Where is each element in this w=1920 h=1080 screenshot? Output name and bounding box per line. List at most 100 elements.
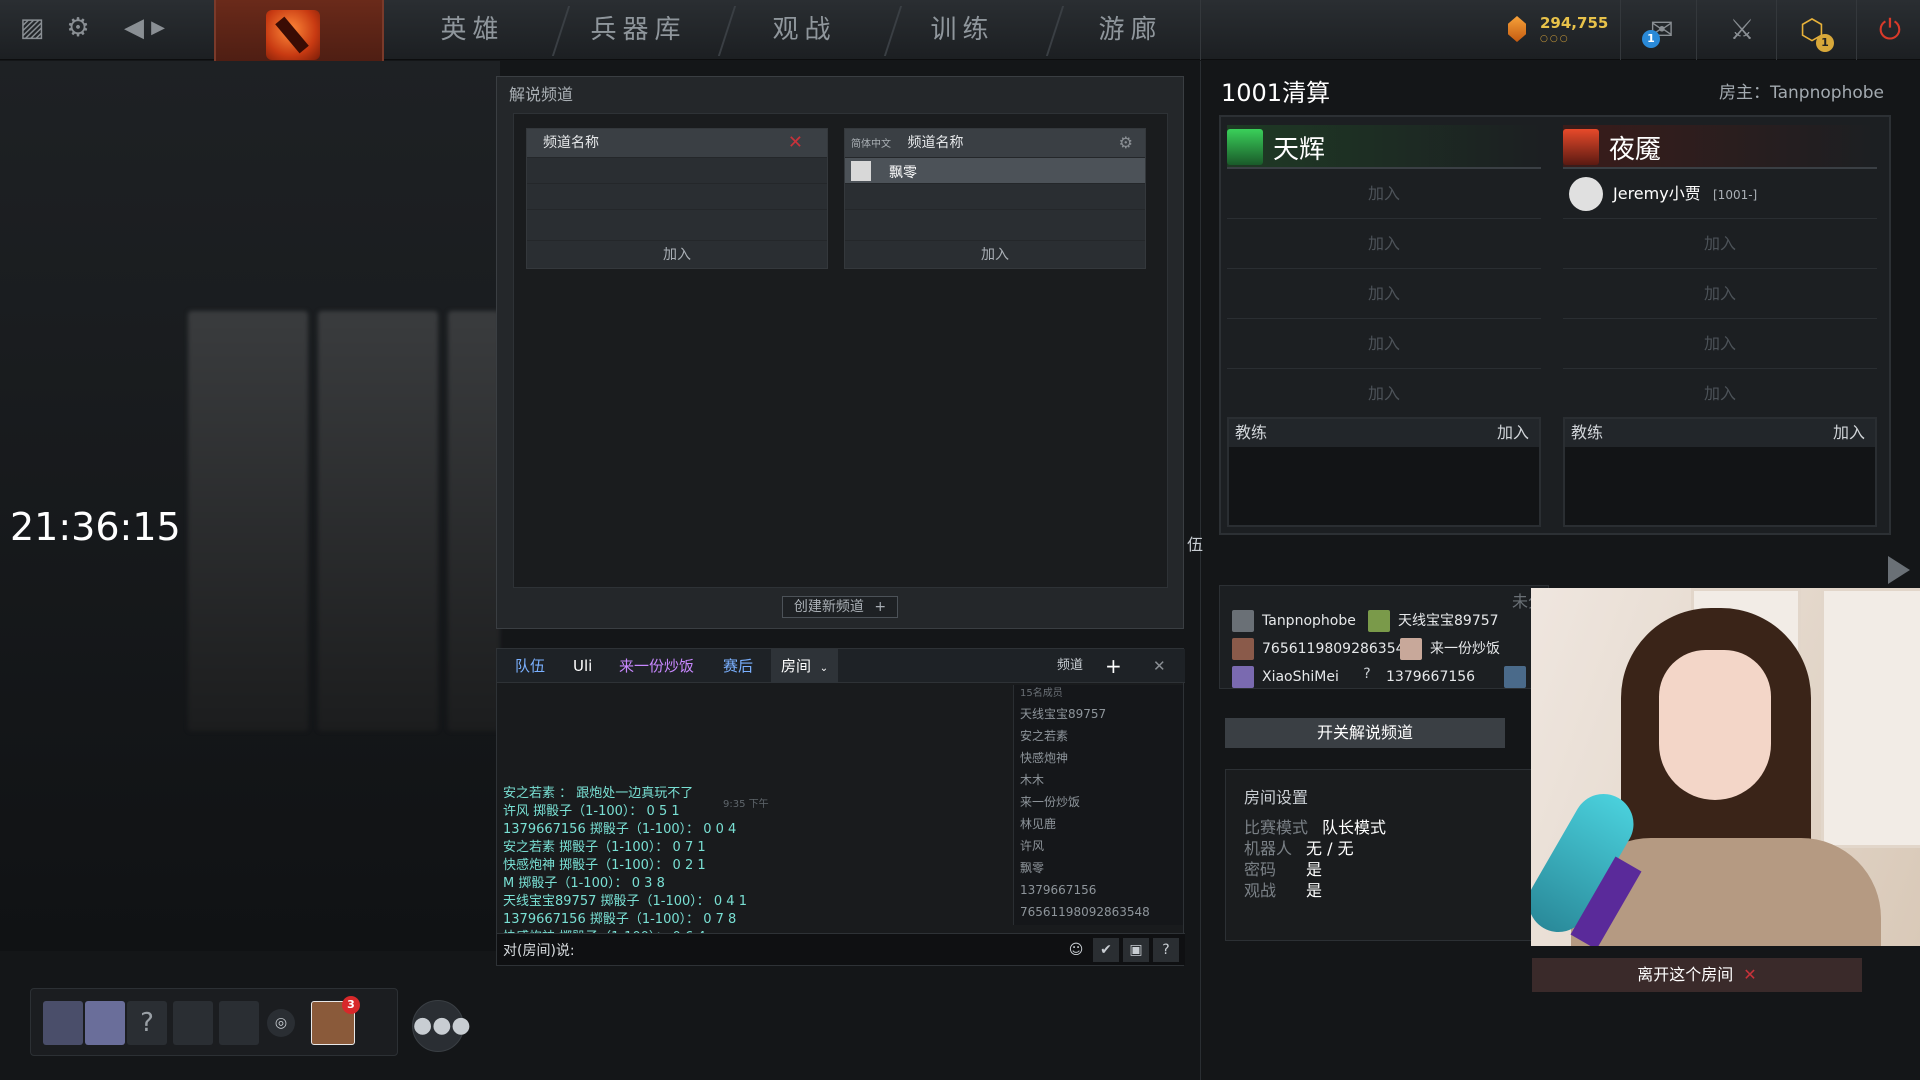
unassigned-player[interactable]: 76561198092863548 <box>1232 638 1413 660</box>
channel-slot[interactable] <box>527 209 827 235</box>
close-chat-icon[interactable]: ✕ <box>1153 649 1166 683</box>
friend-avatar[interactable]: 3 <box>311 996 360 1045</box>
member-item[interactable]: 来一份炒饭 <box>1014 791 1183 813</box>
screenshot-icon[interactable]: ▣ <box>1123 938 1149 962</box>
nav-tab-armory[interactable]: 兵器库 <box>556 0 721 60</box>
nav-tab-watch[interactable]: 观战 <box>722 0 887 60</box>
broadcast-channel-panel: 解说频道 频道名称 ✕ 加入 简体中文 频道名称 ⚙ 飘零 加入 创建新频道 + <box>496 76 1184 629</box>
radiant-join-slot[interactable]: 加入 <box>1227 269 1541 319</box>
channel-slot[interactable] <box>845 209 1145 235</box>
channel-slot[interactable] <box>527 157 827 183</box>
party-avatar[interactable] <box>43 1001 83 1045</box>
chat-tab-fried-rice[interactable]: 来一份炒饭 <box>619 649 694 683</box>
channel-slot[interactable] <box>845 183 1145 209</box>
channel-name-header[interactable]: 简体中文 频道名称 ⚙ <box>845 129 1145 157</box>
help-icon[interactable]: ? <box>1153 938 1179 962</box>
nav-tab-learn[interactable]: 训练 <box>880 0 1045 60</box>
mail-icon[interactable]: ✉ 1 <box>1640 8 1684 52</box>
divider <box>1620 0 1621 60</box>
radiant-join-slot[interactable]: 加入 <box>1227 169 1541 219</box>
member-item[interactable]: 许风 <box>1014 835 1183 857</box>
join-channel-button[interactable]: 加入 <box>527 240 827 268</box>
close-icon[interactable]: ✕ <box>788 129 803 157</box>
chat-tab-uli[interactable]: Uli <box>573 649 592 683</box>
channel-slot[interactable]: 飘零 <box>845 157 1145 183</box>
join-coach-button[interactable]: 加入 <box>1833 419 1865 447</box>
member-item[interactable]: 1379667156 <box>1014 879 1183 901</box>
channel-name-header[interactable]: 频道名称 ✕ <box>527 129 827 157</box>
emoji-icon[interactable]: ☺ <box>1063 938 1089 962</box>
chat-input-bar[interactable]: 对(房间)说: ☺ ✔ ▣ ? <box>497 933 1185 965</box>
dire-header: 夜魇 <box>1563 125 1877 169</box>
unassigned-player[interactable]: 天线宝宝89757 <box>1368 610 1499 632</box>
leave-room-button[interactable]: 离开这个房间 ✕ <box>1532 958 1862 992</box>
chevron-down-icon: ⌄ <box>819 663 829 674</box>
party-empty-slot[interactable] <box>173 1001 213 1045</box>
dire-join-slot[interactable]: 加入 <box>1563 269 1877 319</box>
voice-headset-icon[interactable]: ◎ <box>267 1009 295 1037</box>
join-channel-button[interactable]: 加入 <box>845 240 1145 268</box>
unassigned-player[interactable]: ? 1379667156 <box>1356 666 1475 688</box>
party-unknown-slot[interactable]: ? <box>127 1001 167 1045</box>
dire-join-slot[interactable]: 加入 <box>1563 219 1877 269</box>
player-name: 天线宝宝89757 <box>1398 613 1499 629</box>
nav-tab-heroes[interactable]: 英雄 <box>390 0 555 60</box>
unassigned-player[interactable]: Tanpnophobe <box>1232 610 1356 632</box>
party-menu-icon[interactable]: ●●● <box>412 1000 471 1052</box>
join-coach-button[interactable]: 加入 <box>1497 419 1529 447</box>
dashboard-icon[interactable]: ▨ <box>16 12 48 44</box>
radiant-join-slot[interactable]: 加入 <box>1227 369 1541 419</box>
member-item[interactable]: 快感炮神 <box>1014 747 1183 769</box>
member-item[interactable]: 木木 <box>1014 769 1183 791</box>
divider <box>1696 0 1697 60</box>
armory-loadout-icon[interactable]: ⚔ <box>1720 8 1764 52</box>
channel-members-list: 15名成员 天线宝宝89757 安之若素 快感炮神 木木 来一份炒饭 林见鹿 许… <box>1013 685 1183 925</box>
dire-join-slot[interactable]: 加入 <box>1563 319 1877 369</box>
radiant-join-slot[interactable]: 加入 <box>1227 319 1541 369</box>
room-settings: 房间设置 比赛模式 队长模式 机器人无 / 无 密码是 观战是 <box>1225 769 1555 941</box>
unassigned-players: 未分 Tanpnophobe 天线宝宝89757 765611980928635… <box>1219 585 1549 689</box>
power-icon[interactable]: ⏻ <box>1868 8 1912 52</box>
chat-tab-room[interactable]: 房间 ⌄ <box>771 649 839 683</box>
add-channel-icon[interactable]: + <box>1105 649 1122 683</box>
channel-slot[interactable] <box>527 183 827 209</box>
nav-tab-arcade[interactable]: 游廊 <box>1048 0 1213 60</box>
unassigned-player[interactable]: 来一份炒饭 <box>1400 638 1500 660</box>
chat-input-prompt[interactable]: 对(房间)说: <box>503 940 575 960</box>
dire-name: 夜魇 <box>1609 135 1662 165</box>
chat-log: 9:35 下午 安之若素 ： 跟炮处一边真玩不了 许风 掷骰子（1-100）： … <box>503 693 1003 945</box>
dire-player-slot[interactable]: Jeremy小贾 [1001-] <box>1563 169 1877 219</box>
quest-shield-icon[interactable]: ⬡ 1 <box>1790 8 1834 52</box>
radiant-name: 天辉 <box>1273 135 1326 165</box>
gear-icon[interactable]: ⚙ <box>1119 129 1133 157</box>
member-item[interactable]: 林见鹿 <box>1014 813 1183 835</box>
broadcast-panel-title: 解说频道 <box>509 85 574 104</box>
dire-join-slot[interactable]: 加入 <box>1563 369 1877 419</box>
unassigned-player[interactable]: XiaoShiMei <box>1232 666 1339 688</box>
member-item[interactable]: 飘零 <box>1014 857 1183 879</box>
radiant-join-slot[interactable]: 加入 <box>1227 219 1541 269</box>
unknown-avatar: ? <box>1363 666 1371 682</box>
radiant-coach-slot: 教练 加入 <box>1227 417 1541 527</box>
toggle-broadcast-button[interactable]: 开关解说频道 <box>1225 718 1505 748</box>
channel-name-label: 频道名称 <box>907 135 964 151</box>
create-channel-button[interactable]: 创建新频道 + <box>782 596 898 618</box>
party-avatar[interactable] <box>85 1001 125 1045</box>
forward-arrow-icon[interactable]: ▶ <box>142 12 174 44</box>
chat-tab-team[interactable]: 队伍 <box>515 649 545 683</box>
channel-button[interactable]: 频道 <box>1057 649 1083 683</box>
party-empty-slot[interactable] <box>219 1001 259 1045</box>
divider <box>1856 0 1857 60</box>
expand-arrow-icon[interactable] <box>1888 556 1910 584</box>
settings-gear-icon[interactable]: ⚙ <box>62 12 94 44</box>
player-name: 飘零 <box>889 165 917 181</box>
broadcast-channel-area: 频道名称 ✕ 加入 简体中文 频道名称 ⚙ 飘零 加入 <box>513 113 1168 588</box>
player-name: Jeremy小贾 <box>1613 184 1701 203</box>
channel-name-label: 频道名称 <box>543 135 599 151</box>
member-item[interactable]: 安之若素 <box>1014 725 1183 747</box>
member-item[interactable]: 天线宝宝89757 <box>1014 703 1183 725</box>
member-item[interactable]: 76561198092863548 <box>1014 901 1183 923</box>
chat-tab-postgame[interactable]: 赛后 <box>723 649 753 683</box>
send-check-icon[interactable]: ✔ <box>1093 938 1119 962</box>
hero-card-blurred <box>318 311 438 731</box>
